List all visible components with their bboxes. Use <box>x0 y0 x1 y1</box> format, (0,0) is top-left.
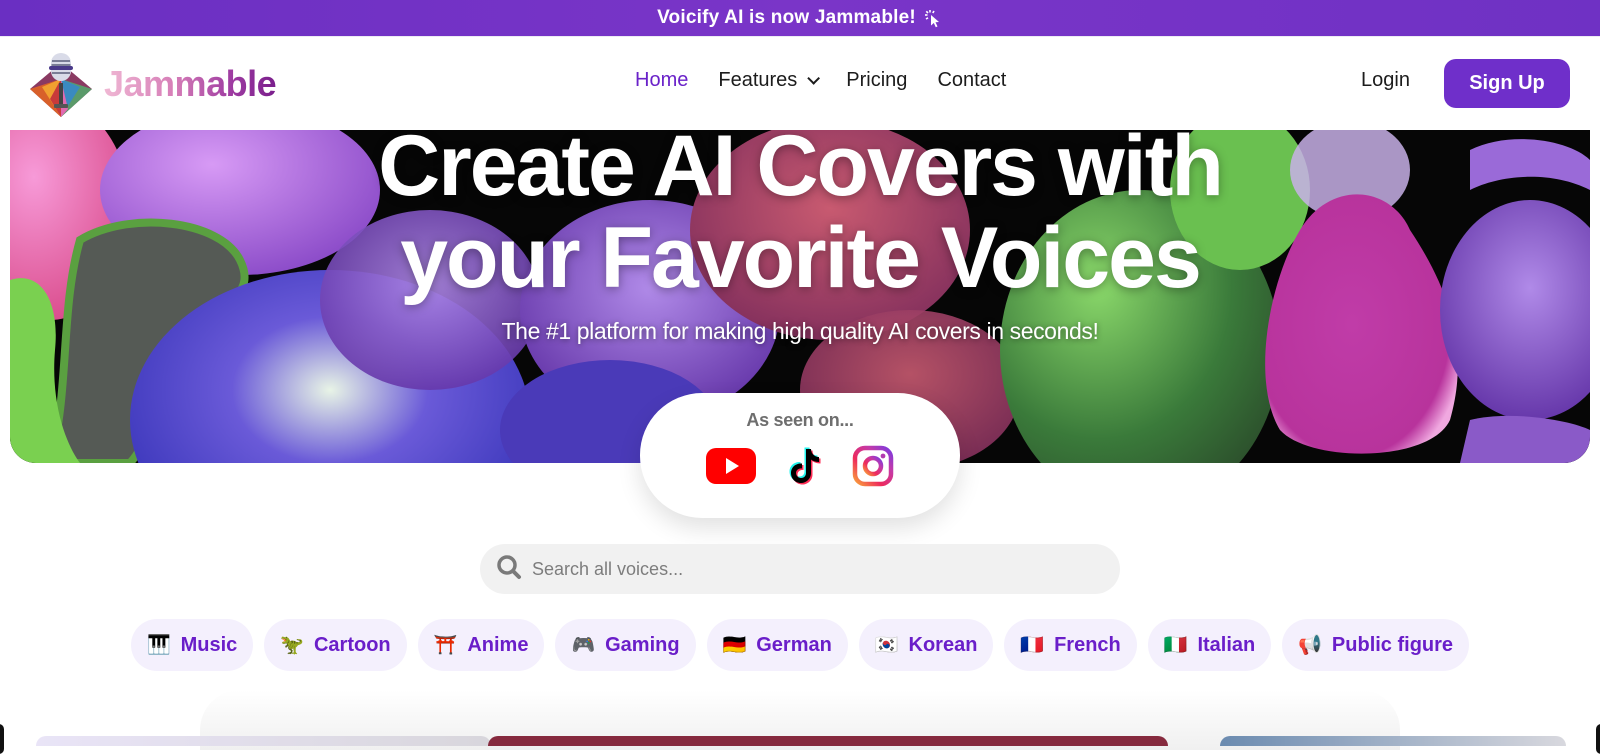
chip-italian[interactable]: 🇮🇹 Italian <box>1147 619 1272 671</box>
brand-logo[interactable]: Jammable <box>28 49 277 119</box>
nav-pricing[interactable]: Pricing <box>846 69 907 92</box>
platform-icons <box>640 445 960 487</box>
window-edge <box>0 724 4 754</box>
chip-label: Public figure <box>1331 633 1454 656</box>
hero-title-line1: Create AI Covers with <box>378 130 1224 214</box>
search-input[interactable] <box>532 558 1092 580</box>
signup-button[interactable]: Sign Up <box>1444 59 1570 108</box>
korea-flag-icon: 🇰🇷 <box>874 635 899 656</box>
site-header: Jammable Home Features Pricing Contact L… <box>0 36 1600 130</box>
hero-subtitle: The #1 platform for making high quality … <box>501 318 1099 344</box>
chip-label: Music <box>180 633 238 656</box>
nav-contact[interactable]: Contact <box>937 69 1006 92</box>
chip-french[interactable]: 🇫🇷 French <box>1004 619 1137 671</box>
chip-label: French <box>1054 633 1121 656</box>
game-controller-icon: 🎮 <box>571 635 596 656</box>
chip-label: Korean <box>908 633 978 656</box>
voice-card-partial[interactable] <box>488 736 1168 746</box>
piano-icon: 🎹 <box>146 635 171 656</box>
chip-german[interactable]: 🇩🇪 German <box>706 619 848 671</box>
youtube-icon[interactable] <box>706 448 756 484</box>
chip-gaming[interactable]: 🎮 Gaming <box>555 619 696 671</box>
nav-pricing-label: Pricing <box>846 69 908 91</box>
brand-name: Jammable <box>104 63 277 104</box>
chip-public-figure[interactable]: 📢 Public figure <box>1282 619 1470 671</box>
chip-label: Anime <box>467 633 529 656</box>
main-nav: Home Features Pricing Contact <box>635 69 1036 92</box>
chip-label: Gaming <box>605 633 680 656</box>
nav-features[interactable]: Features <box>718 69 821 92</box>
chip-label: Cartoon <box>313 633 391 656</box>
chip-korean[interactable]: 🇰🇷 Korean <box>858 619 994 671</box>
chip-label: Italian <box>1197 633 1256 656</box>
hero-title-line2: your Favorite Voices <box>400 210 1202 306</box>
chip-cartoon[interactable]: 🦖 Cartoon <box>264 619 407 671</box>
france-flag-icon: 🇫🇷 <box>1020 635 1045 656</box>
announcement-text: Voicify AI is now Jammable! <box>657 7 916 28</box>
announcement-bar[interactable]: Voicify AI is now Jammable! <box>0 0 1600 36</box>
germany-flag-icon: 🇩🇪 <box>722 635 747 656</box>
voice-card-partial[interactable] <box>36 736 491 746</box>
chip-anime[interactable]: ⛩️ Anime <box>417 619 545 671</box>
microphone-diamond-logo <box>30 53 92 117</box>
instagram-icon[interactable] <box>852 445 894 487</box>
dinosaur-icon: 🦖 <box>280 635 304 656</box>
hero-title: Create AI Covers with your Favorite Voic… <box>10 130 1590 304</box>
voice-card-partial[interactable] <box>1220 736 1566 746</box>
megaphone-icon: 📢 <box>1298 635 1322 656</box>
cursor-click-icon <box>923 8 943 28</box>
category-chips: 🎹 Music 🦖 Cartoon ⛩️ Anime 🎮 Gaming 🇩🇪 German… <box>0 619 1600 671</box>
login-link[interactable]: Login <box>1361 69 1410 92</box>
chip-music[interactable]: 🎹 Music <box>130 619 254 671</box>
as-seen-on-card: As seen on... <box>640 393 960 518</box>
torii-gate-icon: ⛩️ <box>433 635 458 656</box>
as-seen-on-label: As seen on... <box>746 410 854 430</box>
nav-home-label: Home <box>635 69 689 91</box>
chip-label: German <box>756 633 832 656</box>
nav-contact-label: Contact <box>937 69 1007 91</box>
voice-search[interactable] <box>480 544 1120 594</box>
tiktok-icon[interactable] <box>784 445 824 487</box>
italy-flag-icon: 🇮🇹 <box>1163 635 1188 656</box>
chevron-down-icon <box>807 72 821 85</box>
nav-features-label: Features <box>718 69 798 91</box>
window-edge <box>1596 724 1600 754</box>
nav-home[interactable]: Home <box>635 69 688 92</box>
search-icon <box>496 554 522 585</box>
